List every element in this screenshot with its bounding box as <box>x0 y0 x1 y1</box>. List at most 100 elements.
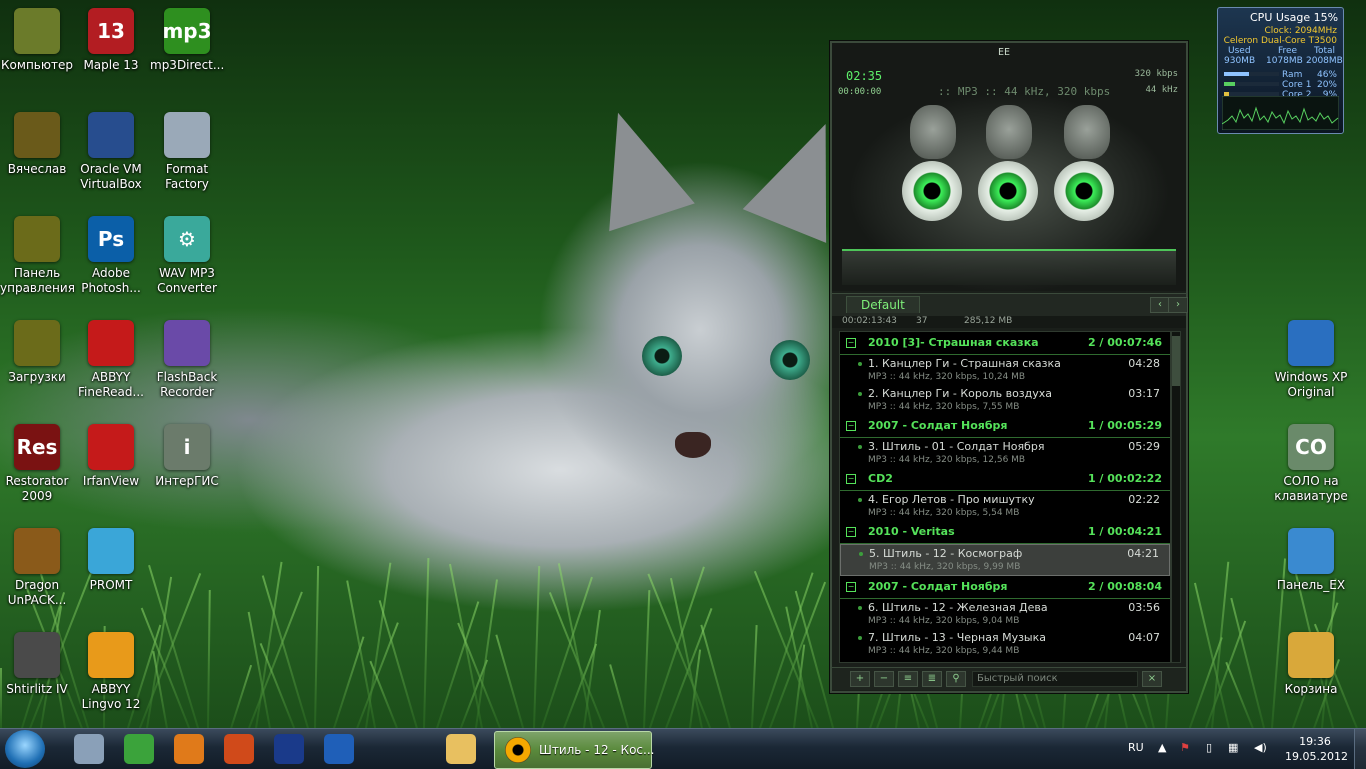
irfanview-icon <box>88 424 134 470</box>
playlist-group-header[interactable]: − CD2 1 / 00:02:22 <box>840 468 1170 491</box>
cpu-bar-fill <box>1224 72 1250 76</box>
playlist-track[interactable]: 1. Канцлер Ги - Страшная сказка 04:28 MP3 … <box>840 355 1170 385</box>
pause-button[interactable] <box>978 161 1038 221</box>
tab-default[interactable]: Default <box>846 296 920 313</box>
collapse-toggle-icon[interactable]: − <box>846 474 856 484</box>
taskbar-pinned-app[interactable] <box>114 731 164 767</box>
playlist-track[interactable]: 7. Штиль - 13 - Черная Музыка 04:07 MP3 ::… <box>840 629 1170 659</box>
track-bullet-icon <box>858 362 862 366</box>
chevron-right-icon[interactable]: › <box>1168 297 1188 313</box>
start-button[interactable] <box>5 730 45 768</box>
desktop-icon[interactable]: СО СОЛО на клавиатуре <box>1274 424 1348 504</box>
desktop-icon[interactable]: FlashBack Recorder <box>150 320 224 400</box>
quick-search-input[interactable]: Быстрый поиск <box>972 671 1138 687</box>
desktop-icon[interactable]: ABBYY Lingvo 12 <box>74 632 148 712</box>
sort-button[interactable]: ≡ <box>898 671 918 687</box>
restorator-icon: Res <box>14 424 60 470</box>
playlist-track[interactable]: 5. Штиль - 12 - Космограф 04:21 MP3 :: 44 … <box>840 544 1170 576</box>
taskbar-active-aimp[interactable]: Штиль - 12 - Кос... <box>494 731 654 769</box>
remove-files-button[interactable]: − <box>874 671 894 687</box>
taskbar-pinned-app[interactable] <box>214 731 264 767</box>
cpu-bar-label: Core 1 <box>1282 80 1312 90</box>
desktop-icon[interactable]: Вячеслав <box>0 112 74 177</box>
battery-icon[interactable]: ▯ <box>1206 741 1212 754</box>
recycle-bin-icon <box>1288 632 1334 678</box>
playlist-group-header[interactable]: − 2010 - Veritas 1 / 00:04:21 <box>840 521 1170 544</box>
desktop-icon[interactable]: ABBYY FineRead... <box>74 320 148 400</box>
group-count: 1 / 00:03:35 <box>1088 659 1162 662</box>
playlist-menu-button[interactable]: ≣ <box>922 671 942 687</box>
desktop-icon[interactable]: Корзина <box>1274 632 1348 697</box>
collapse-toggle-icon[interactable]: − <box>846 582 856 592</box>
desktop-icon[interactable]: IrfanView <box>74 424 148 489</box>
desktop-icon[interactable]: Res Restorator 2009 <box>0 424 74 504</box>
collapse-toggle-icon[interactable]: − <box>846 527 856 537</box>
action-center-icon[interactable]: ⚑ <box>1180 741 1190 754</box>
desktop-icon[interactable]: ⚙ WAV MP3 Converter <box>150 216 224 296</box>
playlist-track[interactable]: 2. Канцлер Ги - Король воздуха 03:17 MP3 :… <box>840 385 1170 415</box>
calculator-icon <box>74 734 104 764</box>
desktop-icon[interactable]: 13 Maple 13 <box>74 8 148 73</box>
cpu-bar <box>1224 72 1279 76</box>
cpu-usage-gadget[interactable]: CPU Usage 15% Clock: 2094MHz Celeron Dua… <box>1217 7 1344 134</box>
chevron-left-icon[interactable]: ‹ <box>1150 297 1170 313</box>
taskbar-pinned-app[interactable] <box>264 731 314 767</box>
playlist-track[interactable]: 3. Штиль - 01 - Солдат Ноября 05:29 MP3 ::… <box>840 438 1170 468</box>
desktop-icon[interactable]: Dragon UnPACK... <box>0 528 74 608</box>
playlist-toolbar: + − ≡ ≣ ⚲ Быстрый поиск × <box>832 667 1186 690</box>
playlist-track[interactable]: 6. Штиль - 12 - Железная Дева 03:56 MP3 ::… <box>840 599 1170 629</box>
playlist-scrollbar[interactable] <box>1171 331 1181 663</box>
group-count: 1 / 00:04:21 <box>1087 525 1162 538</box>
track-meta: MP3 :: 44 kHz, 320 kbps, 9,99 MB <box>869 562 1021 572</box>
playlist-group-header[interactable]: − 2007 - Солдат Ноября 2 / 00:08:04 <box>840 576 1170 599</box>
stop-button[interactable] <box>1054 161 1114 221</box>
mem-used-header: Used <box>1228 46 1251 56</box>
desktop-icon-label: WAV MP3 Converter <box>157 266 217 295</box>
show-desktop-button[interactable] <box>1354 729 1366 769</box>
playlist-total-size: 285,12 MB <box>964 316 1013 326</box>
desktop-icon[interactable]: Панель управления <box>0 216 75 296</box>
close-icon[interactable]: × <box>1142 671 1162 687</box>
language-indicator[interactable]: RU <box>1128 741 1144 754</box>
aimp-player-window[interactable]: 02:35 00:00:00 :: MP3 :: 44 kHz, 320 kbp… <box>830 41 1188 693</box>
network-icon[interactable]: ▦ <box>1228 741 1238 754</box>
desktop-icon[interactable]: i ИнтерГИС <box>150 424 224 489</box>
group-title: 2010 [3]- Страшная сказка <box>868 336 1039 349</box>
desktop-icon[interactable]: Shtirlitz IV <box>0 632 74 697</box>
intergis-icon: i <box>164 424 210 470</box>
playlist-group-header[interactable]: − 2007 - Солдат Ноября 1 / 00:05:29 <box>840 415 1170 438</box>
dragon-unpack-icon <box>14 528 60 574</box>
playlist-group-header[interactable]: −CD21 / 00:03:35 <box>840 659 1170 662</box>
desktop-icon[interactable]: Панель_EX <box>1274 528 1348 593</box>
downloads-icon <box>14 320 60 366</box>
add-files-button[interactable]: + <box>850 671 870 687</box>
desktop-icon[interactable]: Компьютер <box>0 8 74 73</box>
desktop-icon[interactable]: PROMT <box>74 528 148 593</box>
equalizer-button[interactable]: EE <box>998 47 1010 58</box>
play-button[interactable] <box>902 161 962 221</box>
taskbar-pinned-app[interactable] <box>64 731 114 767</box>
chevron-up-icon[interactable]: ▲ <box>1158 741 1166 754</box>
taskbar-pinned-app[interactable] <box>164 731 214 767</box>
desktop-icon[interactable]: mp3 mp3Direct... <box>150 8 224 73</box>
desktop-icon[interactable]: Загрузки <box>0 320 74 385</box>
playlist[interactable]: − 2010 [3]- Страшная сказка 2 / 00:07:46 1.… <box>839 331 1171 663</box>
desktop-icon[interactable]: Ps Adobe Photosh... <box>74 216 148 296</box>
search-icon[interactable]: ⚲ <box>946 671 966 687</box>
collapse-toggle-icon[interactable]: − <box>846 421 856 431</box>
taskbar-pinned-app[interactable] <box>314 731 364 767</box>
collapse-toggle-icon[interactable]: − <box>846 338 856 348</box>
track-meta: MP3 :: 44 kHz, 320 kbps, 5,54 MB <box>868 508 1020 518</box>
desktop-icon[interactable]: Windows XP Original <box>1274 320 1348 400</box>
cpu-bar-value: 46% <box>1316 70 1337 80</box>
desktop-icon[interactable]: Format Factory <box>150 112 224 192</box>
playlist-track[interactable]: 4. Егор Летов - Про мишутку 02:22 MP3 :: 4… <box>840 491 1170 521</box>
playlist-group-header[interactable]: − 2010 [3]- Страшная сказка 2 / 00:07:46 <box>840 332 1170 355</box>
globe-icon <box>1288 320 1334 366</box>
clock[interactable]: 19:36 19.05.2012 <box>1285 734 1348 764</box>
track-duration: 03:56 <box>1128 601 1160 614</box>
desktop-icon-label: Restorator 2009 <box>5 474 69 503</box>
volume-icon[interactable]: ◀) <box>1254 741 1267 754</box>
taskbar-pinned-app[interactable] <box>436 731 486 767</box>
desktop-icon[interactable]: Oracle VM VirtualBox <box>74 112 148 192</box>
